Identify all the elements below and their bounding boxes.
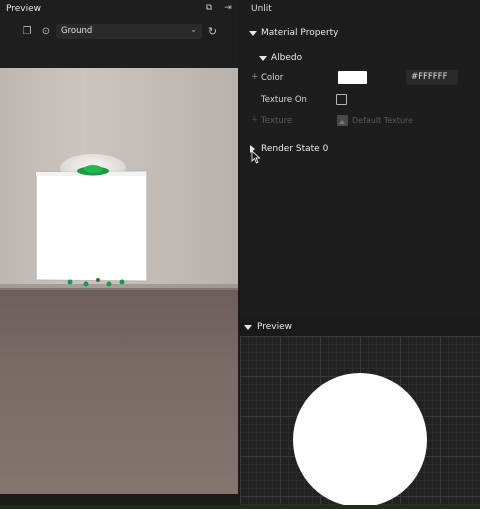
inspector-title: Unlit	[251, 4, 272, 14]
color-hex-field[interactable]: #FFFFFF	[406, 70, 458, 85]
chevron-down-icon	[249, 31, 257, 36]
texture-on-checkbox[interactable]	[336, 94, 347, 105]
mouse-cursor-icon	[251, 150, 261, 164]
preview-label: Preview	[257, 322, 293, 332]
scene-select[interactable]: Ground ⌄	[56, 24, 202, 39]
chevron-down-icon: ⌄	[190, 25, 197, 34]
external-link-icon[interactable]: ⧉	[204, 3, 214, 13]
copy-icon[interactable]: ❐	[20, 25, 34, 39]
green-legs-model	[67, 278, 125, 287]
texture-on-label: Texture On	[261, 95, 307, 105]
render-state-header[interactable]: Render State 0	[240, 141, 480, 157]
material-property-header[interactable]: Material Property	[240, 25, 480, 41]
color-label: Color	[261, 73, 284, 83]
material-inspector: Unlit Material Property Albedo + Color #…	[240, 0, 480, 509]
chevron-down-icon	[244, 325, 252, 330]
white-cube-model	[36, 171, 147, 281]
scene-floor	[0, 288, 238, 496]
texture-value[interactable]: Default Texture	[352, 116, 413, 125]
texture-label: Texture	[261, 116, 293, 126]
green-cone-model	[77, 161, 109, 176]
preview-sphere	[293, 373, 427, 507]
albedo-header[interactable]: Albedo	[240, 50, 480, 66]
scene-preview-panel: Preview ⧉ ⇥ ❐ ⊙ Ground ⌄ ↻	[0, 0, 238, 509]
target-icon[interactable]: ⊙	[39, 25, 53, 39]
image-icon	[337, 115, 348, 126]
3d-viewport[interactable]	[0, 68, 238, 496]
scene-select-value: Ground	[61, 26, 93, 36]
bottom-status-strip	[0, 505, 480, 509]
material-preview-viewport[interactable]	[240, 336, 480, 509]
color-swatch[interactable]	[338, 71, 367, 84]
color-hex-value: #FFFFFF	[411, 72, 448, 82]
plus-icon[interactable]: +	[251, 115, 259, 125]
plus-icon[interactable]: +	[251, 72, 259, 82]
exit-icon[interactable]: ⇥	[223, 3, 233, 13]
preview-header[interactable]: Preview	[240, 319, 480, 336]
material-property-label: Material Property	[261, 28, 339, 38]
panel-title: Preview	[6, 4, 42, 14]
refresh-icon[interactable]: ↻	[206, 25, 219, 38]
render-state-label: Render State 0	[261, 144, 329, 154]
albedo-label: Albedo	[271, 53, 303, 63]
chevron-down-icon	[259, 56, 267, 61]
